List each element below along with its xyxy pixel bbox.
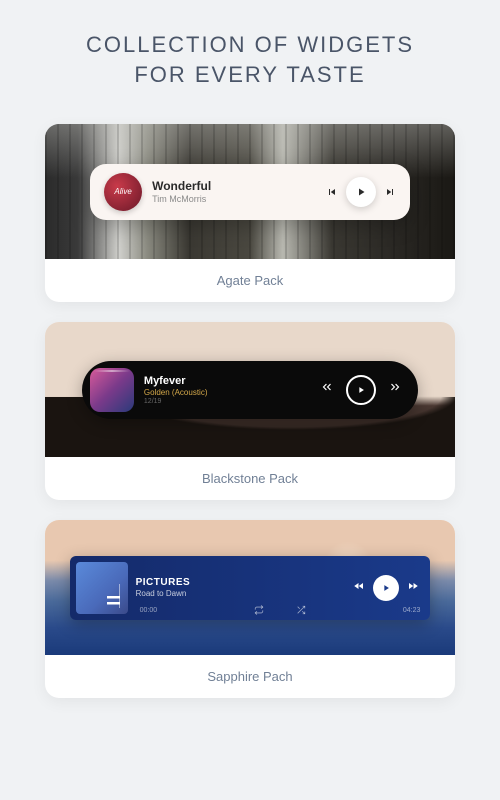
time-elapsed: 00:00: [140, 607, 158, 614]
track-info: PICTURES Road to Dawn: [136, 577, 345, 598]
rewind-icon[interactable]: [318, 380, 336, 399]
rewind-icon[interactable]: [352, 579, 366, 597]
page-title: COLLECTION OF WIDGETS FOR EVERY TASTE: [0, 30, 500, 89]
music-widget-sapphire: PICTURES Road to Dawn 00:00: [70, 556, 431, 620]
next-icon[interactable]: [384, 186, 396, 198]
forward-icon[interactable]: [386, 380, 404, 399]
pack-name-label: Sapphire Pach: [45, 655, 455, 698]
album-art: Alive: [104, 173, 142, 211]
track-artist: Golden (Acoustic): [144, 388, 308, 397]
play-button[interactable]: [346, 177, 376, 207]
track-artist: Road to Dawn: [136, 589, 345, 598]
album-art: [90, 368, 134, 412]
track-date: 12/19: [144, 398, 308, 405]
time-total: 04:23: [403, 607, 421, 614]
music-widget-agate: Alive Wonderful Tim McMorris: [90, 164, 410, 220]
widget-preview: Myfever Golden (Acoustic) 12/19: [45, 322, 455, 457]
widget-preview: PICTURES Road to Dawn 00:00: [45, 520, 455, 655]
widget-card-blackstone[interactable]: Myfever Golden (Acoustic) 12/19: [45, 322, 455, 500]
playback-controls: [318, 375, 404, 405]
widget-card-sapphire[interactable]: PICTURES Road to Dawn 00:00: [45, 520, 455, 698]
pack-name-label: Blackstone Pack: [45, 457, 455, 500]
previous-icon[interactable]: [326, 186, 338, 198]
album-art: [76, 562, 128, 614]
widget-card-agate[interactable]: Alive Wonderful Tim McMorris: [45, 124, 455, 302]
play-button[interactable]: [346, 375, 376, 405]
widget-preview: Alive Wonderful Tim McMorris: [45, 124, 455, 259]
track-title: Myfever: [144, 375, 308, 387]
playback-controls: [352, 575, 420, 601]
playback-controls: [326, 177, 396, 207]
track-title: Wonderful: [152, 179, 316, 193]
play-button[interactable]: [373, 575, 399, 601]
widget-card-list: Alive Wonderful Tim McMorris: [0, 124, 500, 698]
track-info: Wonderful Tim McMorris: [152, 179, 316, 204]
forward-icon[interactable]: [406, 579, 420, 597]
track-title: PICTURES: [136, 577, 345, 588]
music-widget-blackstone: Myfever Golden (Acoustic) 12/19: [82, 361, 418, 419]
track-artist: Tim McMorris: [152, 194, 316, 204]
track-info: Myfever Golden (Acoustic) 12/19: [144, 375, 308, 405]
pack-name-label: Agate Pack: [45, 259, 455, 302]
repeat-icon[interactable]: [254, 605, 264, 617]
widget-bottom-row: 00:00 04:23: [140, 605, 421, 617]
shuffle-icon[interactable]: [296, 605, 306, 617]
